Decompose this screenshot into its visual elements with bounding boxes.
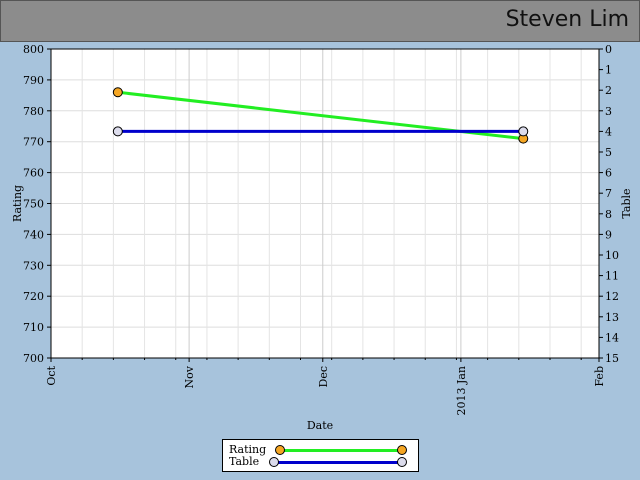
x-axis-tick-label: Oct — [45, 365, 58, 385]
legend-marker-rating — [397, 445, 407, 455]
right-axis-tick-label: 9 — [605, 228, 612, 241]
right-axis-tick-label: 1 — [605, 64, 612, 77]
right-axis-tick-label: 10 — [605, 249, 619, 262]
left-axis-tick-label: 730 — [23, 259, 44, 272]
x-axis-tick-label: Nov — [183, 365, 196, 388]
right-axis-tick-label: 8 — [605, 208, 612, 221]
legend-marker-table — [397, 457, 407, 467]
x-axis-tick-label: Feb — [593, 366, 606, 387]
left-axis-tick-label: 710 — [23, 321, 44, 334]
right-axis-tick-label: 0 — [605, 43, 612, 56]
right-axis-title: Table — [620, 188, 633, 218]
left-axis-tick-label: 800 — [23, 43, 44, 56]
left-axis-tick-label: 750 — [23, 198, 44, 211]
legend-line-table — [274, 461, 402, 464]
data-point-table — [518, 126, 529, 137]
left-axis-tick-label: 720 — [23, 290, 44, 303]
right-axis-tick-label: 3 — [605, 105, 612, 118]
right-axis-tick-label: 4 — [605, 125, 612, 138]
left-axis-tick-label: 740 — [23, 228, 44, 241]
x-axis-tick-label: 2013 Jan — [455, 366, 468, 416]
right-axis-tick-label: 15 — [605, 352, 619, 365]
legend-label-table: Table — [229, 455, 260, 468]
left-axis-tick-label: 780 — [23, 105, 44, 118]
legend: Rating Table — [222, 439, 419, 472]
right-axis-tick-label: 14 — [605, 331, 619, 344]
right-axis-tick-label: 12 — [605, 290, 619, 303]
legend-marker-table — [269, 457, 279, 467]
x-axis-title: Date — [307, 419, 333, 432]
left-axis-tick-label: 790 — [23, 74, 44, 87]
right-axis-tick-label: 7 — [605, 187, 612, 200]
right-axis-tick-label: 5 — [605, 146, 612, 159]
right-axis-tick-label: 2 — [605, 84, 612, 97]
right-axis-tick-label: 11 — [605, 270, 619, 283]
left-axis-tick-label: 760 — [23, 167, 44, 180]
left-axis-title: Rating — [11, 185, 24, 222]
data-point-table — [112, 126, 123, 137]
chart: 700710720730740750760770780790800 0123456… — [11, 43, 633, 432]
left-axis-tick-label: 700 — [23, 352, 44, 365]
left-axis-tick-label: 770 — [23, 136, 44, 149]
legend-marker-rating — [275, 445, 285, 455]
right-axis-tick-label: 13 — [605, 311, 619, 324]
page: Steven Lim 700 710 720 730 740 750 760 770 780 79… — [0, 0, 640, 480]
x-axis-tick-label: Dec — [317, 366, 330, 388]
right-axis-tick-label: 6 — [605, 167, 612, 180]
legend-line-rating — [280, 449, 402, 452]
data-point-rating — [112, 87, 123, 98]
